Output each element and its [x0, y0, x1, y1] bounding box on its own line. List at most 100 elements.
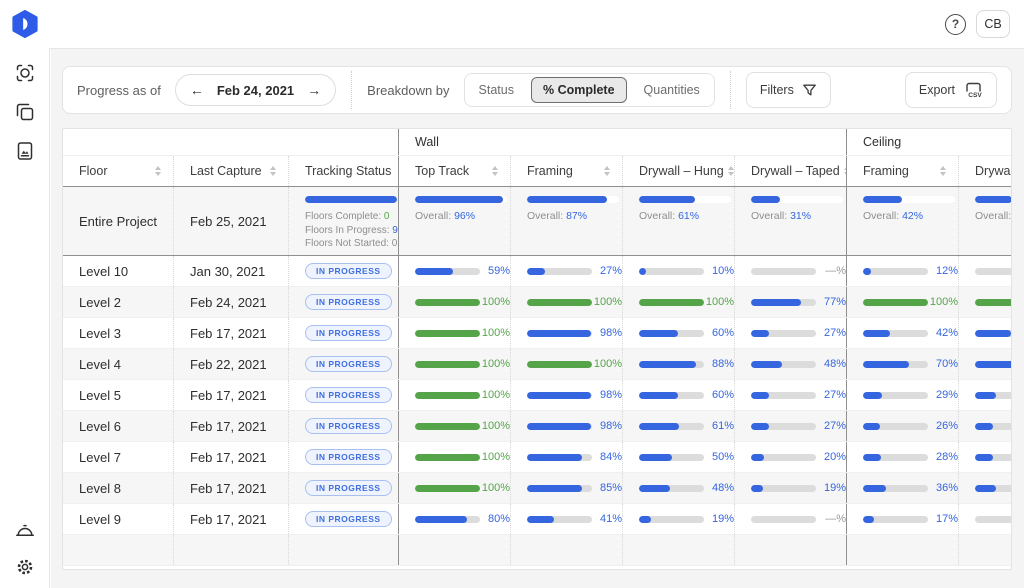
- progress-as-of-label: Progress as of: [77, 83, 161, 98]
- progress-cell: 36%: [846, 473, 958, 503]
- hardhat-icon[interactable]: [14, 521, 36, 543]
- progress-cell: 26%: [846, 411, 958, 441]
- column-header-top-track[interactable]: Top Track: [398, 156, 510, 186]
- progress-cell: 29%: [846, 380, 958, 410]
- sort-icon[interactable]: [492, 166, 498, 176]
- breakdown-by-label: Breakdown by: [367, 83, 449, 98]
- table-row[interactable]: Level 2Feb 24, 2021IN PROGRESS100%100%10…: [63, 287, 1012, 318]
- sort-icon[interactable]: [728, 166, 734, 176]
- summary-row[interactable]: Entire Project Feb 25, 2021 Floors Compl…: [63, 186, 1012, 256]
- floors-in-progress-line: Floors In Progress: 9: [305, 224, 398, 238]
- progress-table: Wall Ceiling Floor Last Capture Tracking…: [62, 128, 1012, 570]
- segment-percent-complete[interactable]: % Complete: [531, 77, 627, 103]
- help-icon[interactable]: ?: [945, 14, 966, 35]
- floors-complete-line: Floors Complete: 0: [305, 210, 398, 224]
- last-capture-cell: Jan 30, 2021: [173, 256, 288, 286]
- column-header-ceiling-framing[interactable]: Framing: [846, 156, 958, 186]
- funnel-icon: [802, 83, 817, 98]
- progress-cell: 48%: [734, 349, 846, 379]
- export-label: Export: [919, 83, 955, 97]
- sort-icon[interactable]: [270, 166, 276, 176]
- prev-date-arrow-icon[interactable]: ←: [190, 83, 204, 97]
- progress-cell: 19%: [734, 473, 846, 503]
- progress-cell: 100%: [398, 473, 510, 503]
- segment-status[interactable]: Status: [465, 75, 528, 105]
- toolbar-divider: [730, 71, 731, 109]
- floor-cell: Level 8: [63, 473, 173, 503]
- percent-label: 100%: [480, 451, 510, 463]
- avatar[interactable]: CB: [976, 10, 1010, 38]
- progress-bar: [863, 454, 928, 461]
- tracking-status-cell: IN PROGRESS: [288, 380, 398, 410]
- progress-cell: 28%: [846, 442, 958, 472]
- table-row[interactable]: Level 4Feb 22, 2021IN PROGRESS100%100%88…: [63, 349, 1012, 380]
- percent-label: 98%: [592, 327, 622, 339]
- progress-cell: 88%: [622, 349, 734, 379]
- overall-percent-label: Overall: 31%: [751, 210, 846, 222]
- progress-bar: [527, 516, 592, 523]
- column-header-drywall-hung[interactable]: Drywall – Hung: [622, 156, 734, 186]
- group-header-row: Wall Ceiling: [63, 129, 1012, 156]
- column-header-last-capture[interactable]: Last Capture: [173, 156, 288, 186]
- export-button[interactable]: Export CSV: [905, 72, 997, 108]
- progress-cell: 98%: [510, 318, 622, 348]
- filters-button[interactable]: Filters: [746, 72, 831, 108]
- summary-last-capture-cell: Feb 25, 2021: [173, 187, 288, 255]
- table-row[interactable]: Level 6Feb 17, 2021IN PROGRESS100%98%61%…: [63, 411, 1012, 442]
- column-header-drywall-taped[interactable]: Drywall – Taped: [734, 156, 846, 186]
- status-badge: IN PROGRESS: [305, 263, 392, 279]
- date-navigator[interactable]: ← Feb 24, 2021 →: [175, 74, 336, 106]
- progress-bar: [639, 268, 704, 275]
- table-row[interactable]: Level 5Feb 17, 2021IN PROGRESS100%98%60%…: [63, 380, 1012, 411]
- app-logo-icon[interactable]: [11, 10, 39, 38]
- toolbar-divider: [351, 71, 352, 109]
- progress-cell: 84%: [510, 442, 622, 472]
- progress-cell: 27%: [510, 256, 622, 286]
- percent-label: 98%: [592, 389, 622, 401]
- progress-bar: [863, 423, 928, 430]
- progress-bar: [863, 330, 928, 337]
- table-row[interactable]: Level 10Jan 30, 2021IN PROGRESS59%27%10%…: [63, 256, 1012, 287]
- sort-icon[interactable]: [940, 166, 946, 176]
- table-row[interactable]: Level 9Feb 17, 2021IN PROGRESS80%41%19%—…: [63, 504, 1012, 535]
- progress-cell: 77%: [734, 287, 846, 317]
- progress-bar: [527, 361, 592, 368]
- percent-label: 100%: [480, 420, 510, 432]
- progress-cell: 50%: [622, 442, 734, 472]
- column-header-tracking-status: Tracking Status: [288, 156, 398, 186]
- progress-bar: [975, 299, 1012, 306]
- table-row[interactable]: Level 8Feb 17, 2021IN PROGRESS100%85%48%…: [63, 473, 1012, 504]
- settings-icon[interactable]: [14, 556, 36, 578]
- percent-label: 26%: [928, 420, 958, 432]
- status-badge: IN PROGRESS: [305, 387, 392, 403]
- percent-label: 88%: [704, 358, 734, 370]
- reports-icon[interactable]: [14, 140, 36, 162]
- floor-cell: Level 7: [63, 442, 173, 472]
- sort-icon[interactable]: [604, 166, 610, 176]
- sort-icon[interactable]: [155, 166, 161, 176]
- progress-cell: 100%: [398, 411, 510, 441]
- projects-icon[interactable]: [14, 101, 36, 123]
- next-date-arrow-icon[interactable]: →: [307, 83, 321, 97]
- status-badge: IN PROGRESS: [305, 325, 392, 341]
- segment-quantities[interactable]: Quantities: [630, 75, 714, 105]
- column-header-floor[interactable]: Floor: [63, 156, 173, 186]
- progress-cell: 33%: [958, 473, 1012, 503]
- progress-bar: [975, 392, 1012, 399]
- table-row[interactable]: Level 3Feb 17, 2021IN PROGRESS100%98%60%…: [63, 318, 1012, 349]
- progress-bar: [975, 423, 1012, 430]
- column-header-wall-framing[interactable]: Framing: [510, 156, 622, 186]
- progress-bar: [751, 268, 816, 275]
- percent-label: 80%: [480, 513, 510, 525]
- percent-label: 19%: [704, 513, 734, 525]
- table-row[interactable]: Level 7Feb 17, 2021IN PROGRESS100%84%50%…: [63, 442, 1012, 473]
- avatar-initials: CB: [984, 17, 1001, 31]
- column-header-ceiling-drywall-hung[interactable]: Drywall – Hung: [958, 156, 1012, 186]
- progress-bar: [751, 330, 816, 337]
- floor-cell: Level 10: [63, 256, 173, 286]
- capture-icon[interactable]: [14, 62, 36, 84]
- progress-cell: 100%: [398, 442, 510, 472]
- current-date-label: Feb 24, 2021: [217, 83, 294, 98]
- progress-bar: [639, 485, 704, 492]
- progress-bar: [527, 423, 592, 430]
